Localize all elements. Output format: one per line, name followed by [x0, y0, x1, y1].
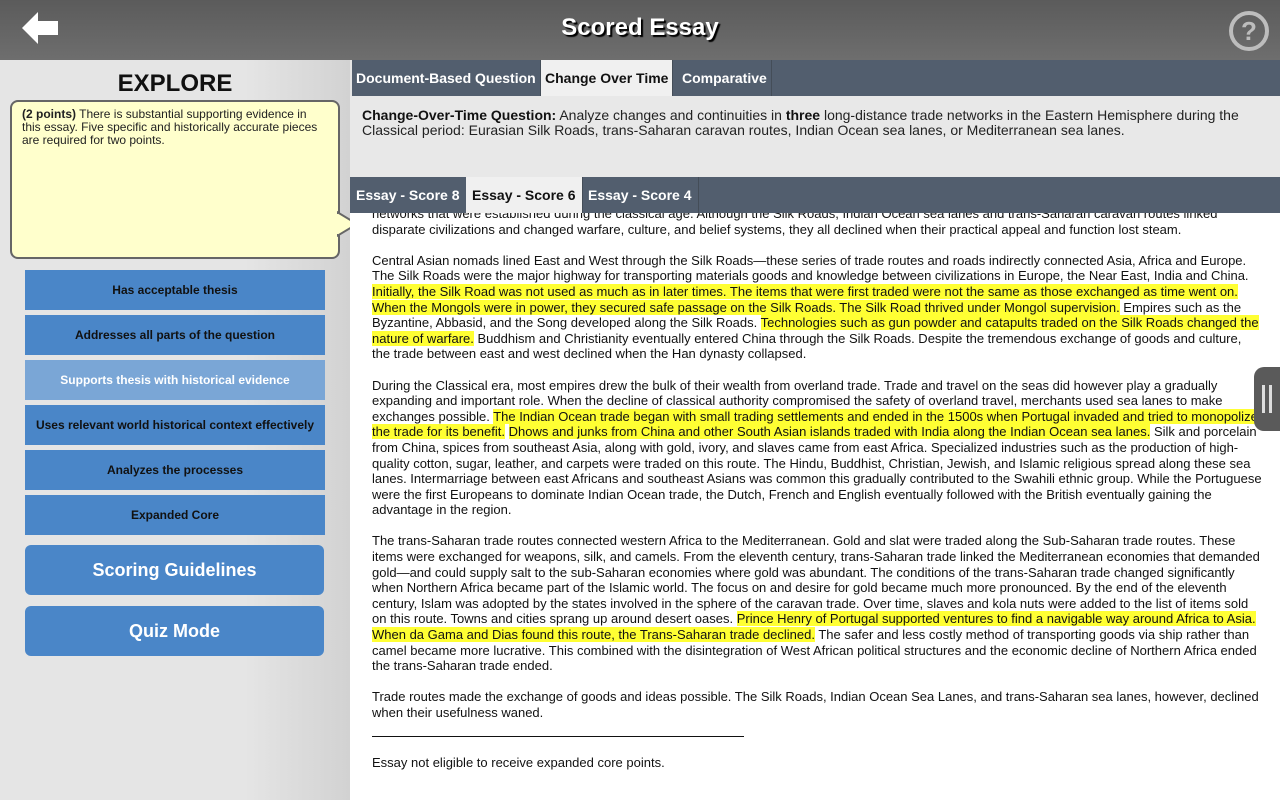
svg-text:?: ?: [1241, 16, 1257, 46]
rubric-label: Analyzes the processes: [106, 463, 244, 477]
essay-paragraph: Central Asian nomads lined East and West…: [372, 253, 1262, 362]
question-text: Analyze changes and continuities in: [556, 107, 786, 123]
essay-text-segment: networks that were established during th…: [372, 213, 1218, 237]
tab-change-over-time[interactable]: Change Over Time: [541, 60, 674, 96]
rubric-item-addresses-question[interactable]: Addresses all parts of the question: [25, 315, 325, 355]
rubric-item-thesis[interactable]: Has acceptable thesis: [25, 270, 325, 310]
essay-score-tabs: Essay - Score 8 Essay - Score 6 Essay - …: [350, 177, 1280, 213]
grip-icon: [1269, 385, 1272, 413]
essay-paragraph: Trade routes made the exchange of goods …: [372, 689, 1262, 720]
question-label: Change-Over-Time Question:: [362, 107, 557, 123]
essay-text-segment: Central Asian nomads lined East and West…: [372, 252, 1249, 284]
essay-paragraph: networks that were established during th…: [372, 213, 1262, 237]
essay-paragraph: During the Classical era, most empires d…: [372, 378, 1262, 518]
highlighted-evidence: Initially, the Silk Road was not used as…: [372, 283, 1238, 315]
essay-text-segment: Trade routes made the exchange of goods …: [372, 689, 1259, 720]
essay-text: networks that were established during th…: [372, 213, 1262, 771]
scoring-guidelines-button[interactable]: Scoring Guidelines: [25, 545, 324, 595]
explore-heading: EXPLORE: [117, 70, 233, 97]
tab-essay-score-4[interactable]: Essay - Score 4: [582, 177, 699, 213]
main-content: Document-Based Question Change Over Time…: [350, 60, 1280, 800]
tab-essay-score-6[interactable]: Essay - Score 6: [466, 177, 583, 213]
tab-essay-score-8[interactable]: Essay - Score 8: [350, 177, 467, 213]
quiz-mode-button[interactable]: Quiz Mode: [25, 606, 324, 656]
help-question-icon: ?: [1229, 11, 1269, 51]
rubric-explanation-callout: (2 points) There is substantial supporti…: [10, 100, 340, 259]
explore-sidebar: EXPLORE (2 points) There is substantial …: [0, 60, 359, 800]
rubric-item-historical-evidence[interactable]: Supports thesis with historical evidence: [25, 360, 325, 400]
rubric-item-world-context[interactable]: Uses relevant world historical context e…: [25, 405, 325, 445]
grip-icon: [1262, 385, 1265, 413]
essay-text-segment: Buddhism and Christianity eventually ent…: [372, 330, 1242, 362]
divider: [372, 736, 744, 738]
rubric-label: Supports thesis with historical evidence: [60, 373, 290, 387]
question-emphasis: three: [785, 107, 821, 123]
rubric-label: Expanded Core: [130, 508, 220, 522]
highlighted-evidence: Dhows and junks from China and other Sou…: [508, 424, 1151, 440]
essay-scroll-area[interactable]: networks that were established during th…: [350, 213, 1280, 800]
rubric-item-expanded-core[interactable]: Expanded Core: [25, 495, 325, 535]
rubric-label: Addresses all parts of the question: [74, 328, 276, 342]
tab-document-based-question[interactable]: Document-Based Question: [352, 60, 541, 96]
callout-points: (2 points): [22, 107, 76, 121]
rubric-item-analyzes-processes[interactable]: Analyzes the processes: [25, 450, 325, 490]
rubric-label: Has acceptable thesis: [112, 283, 238, 297]
tab-comparative[interactable]: Comparative: [678, 60, 772, 96]
question-type-tabs: Document-Based Question Change Over Time…: [350, 60, 1280, 96]
expanded-core-note: Essay not eligible to receive expanded c…: [372, 755, 665, 771]
top-bar: Scored Essay ?: [0, 0, 1280, 60]
page-title: Scored Essay: [561, 14, 719, 41]
help-button[interactable]: ?: [1228, 10, 1270, 52]
rubric-label: Uses relevant world historical context e…: [35, 418, 315, 432]
question-prompt: Change-Over-Time Question: Analyze chang…: [350, 96, 1280, 177]
essay-paragraph: The trans-Saharan trade routes connected…: [372, 533, 1262, 673]
panel-drag-handle[interactable]: [1254, 367, 1280, 431]
